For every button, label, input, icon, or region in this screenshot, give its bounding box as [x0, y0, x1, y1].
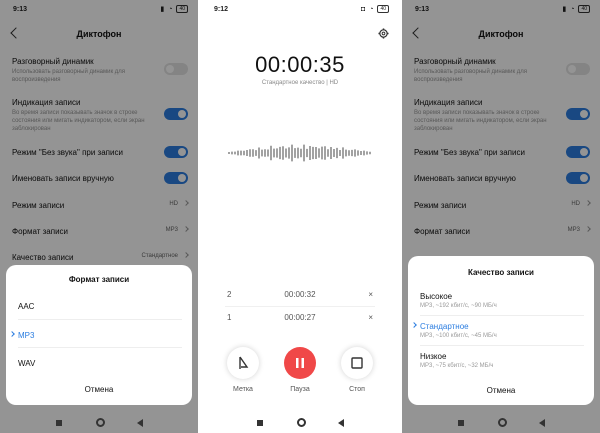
- remove-mark-icon[interactable]: ×: [368, 290, 373, 299]
- option-description: MP3, ~100 кбит/с, ~45 МБ/ч: [420, 333, 497, 339]
- back-nav-icon[interactable]: [338, 419, 344, 427]
- pause-button[interactable]: [284, 347, 316, 379]
- wifi-icon: ◔: [369, 5, 374, 13]
- recents-icon[interactable]: [257, 420, 263, 426]
- elapsed-time: 00:00:35: [255, 52, 345, 77]
- check-icon: [9, 331, 15, 337]
- check-icon: [411, 322, 417, 328]
- quality-label: Стандартное качество | HD: [261, 80, 339, 86]
- recents-icon[interactable]: [56, 420, 62, 426]
- option-label: Стандартное: [420, 322, 469, 331]
- nav-bar: [201, 413, 399, 433]
- pause-label: Пауза: [290, 386, 310, 393]
- option-aac[interactable]: AAC: [18, 302, 182, 311]
- option-standard[interactable]: Стандартное MP3, ~100 кбит/с, ~45 МБ/ч: [411, 322, 584, 339]
- option-low[interactable]: Низкое MP3, ~75 кбит/с, ~32 МБ/ч: [420, 352, 584, 369]
- divider: [420, 315, 584, 316]
- option-label: Высокое: [420, 292, 453, 301]
- cancel-button[interactable]: Отмена: [6, 385, 192, 394]
- sheet-title: Формат записи: [68, 275, 130, 284]
- divider: [18, 319, 182, 320]
- format-sheet: Формат записи AAC MP3 WAV Отмена: [6, 265, 192, 405]
- recents-icon[interactable]: [458, 420, 464, 426]
- divider: [225, 306, 375, 307]
- status-bar: 9:12 ◘ ◔ 40: [201, 0, 399, 18]
- settings-screen-quality: 9:13 ▮ ◔ 40 Диктофон Разговорный динамик…: [402, 0, 600, 433]
- mark-row: 1 00:00:27 ×: [227, 313, 373, 325]
- stop-button[interactable]: [341, 347, 373, 379]
- sheet-title: Качество записи: [468, 268, 534, 277]
- option-description: MP3, ~75 кбит/с, ~32 МБ/ч: [420, 363, 494, 369]
- clock: 9:12: [214, 6, 229, 13]
- mark-button[interactable]: [227, 347, 259, 379]
- divider: [420, 345, 584, 346]
- home-icon[interactable]: [96, 418, 105, 427]
- option-description: MP3, ~192 кбит/с, ~90 МБ/ч: [420, 303, 497, 309]
- recorder-screen: 9:12 ◘ ◔ 40 00:00:35 Стандартное качеств…: [201, 0, 399, 433]
- settings-screen-format: 9:13 ▮ ◔ 40 Диктофон Разговорный динамик…: [0, 0, 198, 433]
- settings-gear-icon[interactable]: [378, 28, 389, 39]
- back-nav-icon[interactable]: [137, 419, 143, 427]
- option-high[interactable]: Высокое MP3, ~192 кбит/с, ~90 МБ/ч: [420, 292, 584, 309]
- pause-icon: [296, 358, 304, 368]
- cancel-button[interactable]: Отмена: [408, 386, 594, 395]
- mark-row: 2 00:00:32 ×: [227, 290, 373, 302]
- mark-time: 00:00:27: [284, 313, 316, 322]
- remove-mark-icon[interactable]: ×: [368, 313, 373, 322]
- battery-icon: 40: [377, 5, 389, 13]
- flag-icon: [239, 356, 249, 369]
- back-nav-icon[interactable]: [539, 419, 545, 427]
- option-label: Низкое: [420, 352, 447, 361]
- home-icon[interactable]: [498, 418, 507, 427]
- nav-bar: [402, 413, 600, 433]
- stop-icon: [351, 357, 363, 369]
- nav-bar: [0, 413, 198, 433]
- mark-time: 00:00:32: [284, 290, 316, 299]
- option-mp3[interactable]: MP3: [9, 331, 182, 340]
- waveform: [228, 144, 371, 162]
- divider: [18, 347, 182, 348]
- option-wav[interactable]: WAV: [18, 359, 182, 368]
- quality-sheet: Качество записи Высокое MP3, ~192 кбит/с…: [408, 256, 594, 405]
- camera-icon: ◘: [360, 5, 366, 13]
- mark-label: Метка: [233, 386, 253, 393]
- status-icons: ◘ ◔ 40: [361, 5, 389, 13]
- home-icon[interactable]: [297, 418, 306, 427]
- stop-label: Стоп: [349, 386, 365, 393]
